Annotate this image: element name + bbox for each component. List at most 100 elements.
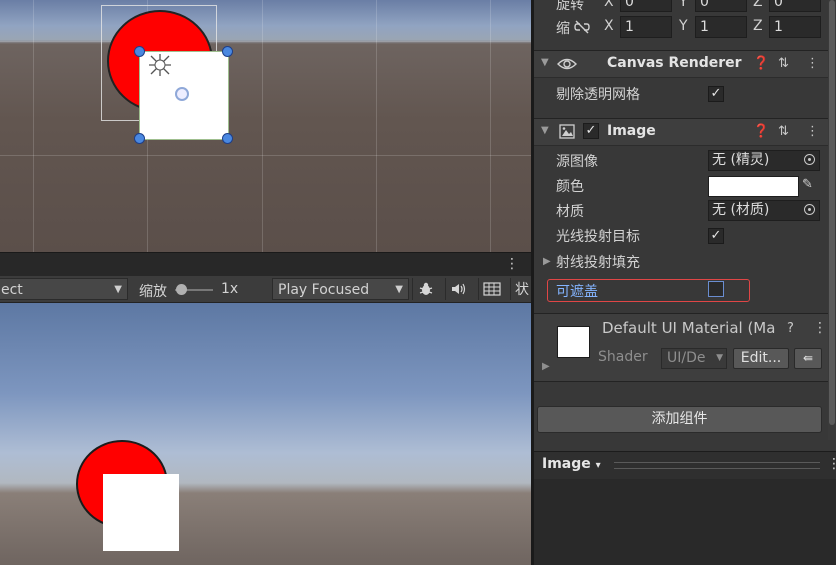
add-component-button[interactable]: 添加组件: [537, 406, 822, 433]
rect-handle-top-right[interactable]: [222, 46, 233, 57]
preview-area: [534, 479, 836, 565]
canvas-renderer-title: Canvas Renderer: [607, 55, 742, 71]
foldout-arrow-icon[interactable]: ▼: [541, 125, 549, 136]
white-image: [103, 474, 179, 551]
rotation-z-label: Z: [753, 0, 763, 10]
image-enabled-checkbox[interactable]: ✓: [583, 123, 599, 139]
material-thumbnail: [557, 326, 590, 358]
image-component-title: Image: [607, 123, 656, 139]
scene-view[interactable]: [0, 0, 531, 252]
kebab-icon[interactable]: ⋮: [813, 320, 827, 336]
preset-icon[interactable]: ⇅: [778, 124, 789, 139]
raycast-target-checkbox[interactable]: ✓: [708, 228, 724, 244]
rect-handle-top-left[interactable]: [134, 46, 145, 57]
preview-title[interactable]: Image ▾: [542, 456, 601, 472]
image-component-header[interactable]: ▼ ✓ Image ❓ ⇅ ⋮: [534, 118, 828, 146]
game-toolbar: ect ▼ 缩放 1x Play Focused ▼ 状: [0, 276, 531, 303]
material-name: Default UI Material (Ma: [602, 319, 776, 337]
scale-z-label: Z: [753, 18, 763, 34]
help-icon[interactable]: ?: [787, 321, 794, 336]
grid-icon[interactable]: [478, 278, 505, 300]
rotation-x-label: X: [604, 0, 614, 10]
foldout-arrow-icon[interactable]: ▶: [542, 361, 550, 372]
scrollbar-thumb[interactable]: [829, 0, 835, 425]
raycast-padding-label[interactable]: 射线投射填充: [556, 252, 640, 272]
scale-x-field[interactable]: 1: [620, 16, 672, 38]
help-icon[interactable]: ❓: [753, 124, 769, 139]
rect-handle-bottom-right[interactable]: [222, 133, 233, 144]
material-label: 材质: [556, 204, 584, 220]
display-dropdown[interactable]: ect ▼: [0, 278, 128, 300]
rotation-y-field[interactable]: 0: [695, 0, 747, 12]
stats-label: 状: [515, 282, 529, 298]
foldout-arrow-icon[interactable]: ▶: [543, 256, 551, 267]
chevron-down-icon: ▼: [716, 353, 723, 363]
grid-line: [0, 41, 531, 42]
grid-line: [262, 0, 263, 252]
bug-icon[interactable]: [412, 278, 439, 300]
edit-shader-button[interactable]: Edit...: [733, 348, 789, 369]
pivot-handle[interactable]: [175, 87, 189, 101]
light-gizmo-icon: [149, 54, 171, 76]
scale-slider-knob[interactable]: [176, 284, 187, 295]
play-mode-dropdown[interactable]: Play Focused ▼: [272, 278, 409, 300]
help-icon[interactable]: ❓: [753, 56, 769, 71]
object-picker-icon[interactable]: [804, 154, 815, 165]
grid-line: [33, 0, 34, 252]
shader-list-button[interactable]: ⇚: [794, 348, 822, 369]
source-image-label: 源图像: [556, 154, 598, 170]
game-tab-bar: ⋮: [0, 252, 531, 277]
scale-value: 1x: [221, 281, 239, 297]
object-picker-icon[interactable]: [804, 204, 815, 215]
scale-z-field[interactable]: 1: [769, 16, 821, 38]
rotation-label: 旋转: [556, 0, 584, 13]
preview-header[interactable]: Image ▾ ⋮: [534, 451, 836, 480]
shader-dropdown: UI/De ▼: [661, 348, 727, 369]
source-image-value: 无 (精灵): [712, 152, 770, 168]
inspector-panel: 旋转 X 0 Y 0 Z 0 缩 X 1 Y 1 Z 1 ▼ Canvas Re…: [534, 0, 836, 565]
rotation-x-field[interactable]: 0: [620, 0, 672, 12]
play-mode-label: Play Focused: [278, 282, 370, 298]
material-value: 无 (材质): [712, 202, 770, 218]
scale-row-label: 缩: [556, 21, 570, 37]
color-swatch[interactable]: [708, 176, 799, 197]
image-component-icon: [559, 124, 575, 139]
preset-icon[interactable]: ⇅: [778, 56, 789, 71]
scale-y-label: Y: [679, 18, 688, 34]
chevron-down-icon: ▼: [395, 284, 403, 295]
color-label: 颜色: [556, 179, 584, 195]
canvas-renderer-header[interactable]: ▼ Canvas Renderer ❓ ⇅ ⋮: [534, 50, 828, 78]
eye-icon: [557, 58, 577, 70]
kebab-icon[interactable]: ⋮: [806, 124, 819, 139]
audio-icon[interactable]: [445, 278, 472, 300]
scale-y-field[interactable]: 1: [695, 16, 747, 38]
chevron-down-icon: ▼: [114, 284, 122, 295]
game-view[interactable]: [0, 303, 531, 565]
raycast-target-label: 光线投射目标: [556, 229, 640, 245]
shader-value: UI/De: [667, 350, 706, 366]
kebab-icon[interactable]: ⋮: [806, 56, 819, 71]
material-field[interactable]: 无 (材质): [708, 200, 820, 221]
constrain-proportions-icon[interactable]: [574, 20, 590, 34]
material-preview-block: Default UI Material (Ma ? ⋮ Shader UI/De…: [534, 313, 828, 382]
grid-line: [0, 155, 531, 156]
grid-line: [376, 0, 377, 252]
cull-transparent-label: 剔除透明网格: [556, 87, 640, 103]
rotation-y-label: Y: [679, 0, 688, 10]
rect-handle-bottom-left[interactable]: [134, 133, 145, 144]
display-dropdown-label: ect: [1, 282, 23, 298]
foldout-arrow-icon[interactable]: ▼: [541, 57, 549, 68]
source-image-field[interactable]: 无 (精灵): [708, 150, 820, 171]
maskable-label: 可遮盖: [556, 284, 598, 300]
rotation-z-field[interactable]: 0: [769, 0, 821, 12]
scale-x-label: X: [604, 18, 614, 34]
maskable-checkbox[interactable]: [708, 281, 724, 297]
cull-transparent-checkbox[interactable]: ✓: [708, 86, 724, 102]
eyedropper-icon[interactable]: ✎: [802, 177, 813, 192]
preview-drag-handle[interactable]: [614, 462, 820, 469]
shader-label: Shader: [598, 349, 648, 365]
kebab-icon[interactable]: ⋮: [827, 456, 836, 472]
kebab-icon[interactable]: ⋮: [505, 256, 519, 272]
grid-line: [490, 0, 491, 252]
scale-label: 缩放: [139, 284, 167, 300]
